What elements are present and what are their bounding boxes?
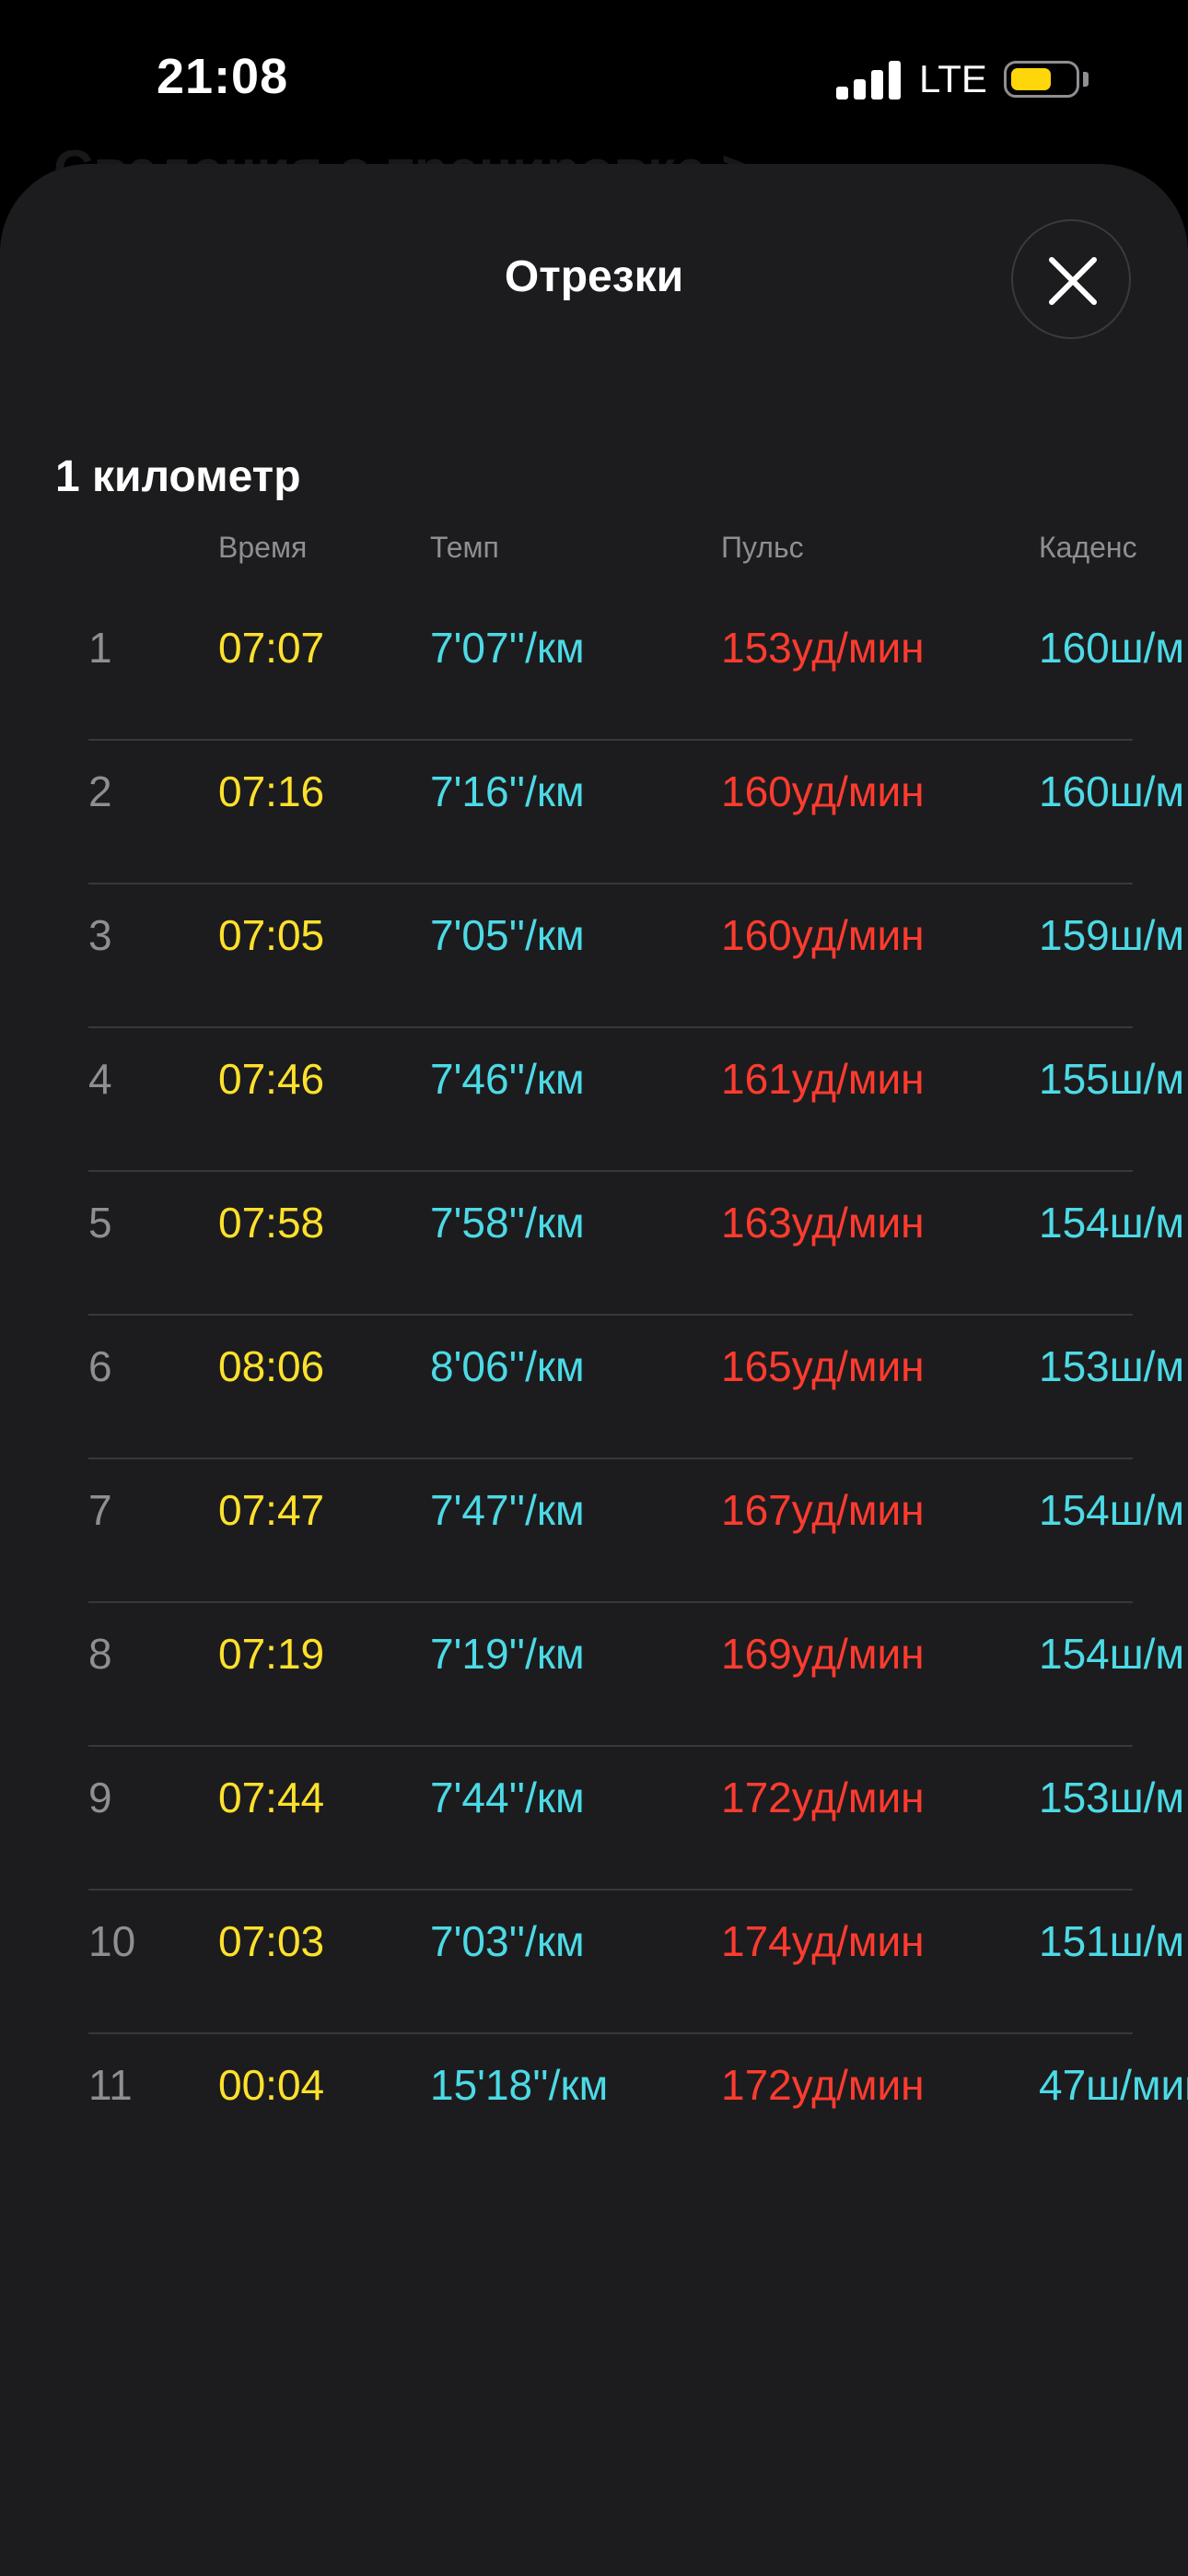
column-header-heart-rate: Пульс bbox=[721, 531, 804, 564]
split-heart-rate: 165уд/мин bbox=[721, 1342, 925, 1390]
split-cadence: 154ш/м bbox=[1039, 1199, 1185, 1247]
sheet-title: Отрезки bbox=[504, 252, 684, 301]
split-cadence: 153ш/м bbox=[1039, 1774, 1185, 1821]
split-index: 9 bbox=[88, 1774, 112, 1821]
split-cadence: 153ш/м bbox=[1039, 1342, 1185, 1390]
split-cadence: 155ш/м bbox=[1039, 1055, 1185, 1103]
column-header-time: Время bbox=[218, 531, 308, 564]
split-heart-rate: 169уд/мин bbox=[721, 1630, 925, 1678]
split-cadence: 160ш/м bbox=[1039, 767, 1185, 815]
split-index: 2 bbox=[88, 767, 112, 815]
split-time: 07:44 bbox=[218, 1774, 325, 1821]
split-time: 00:04 bbox=[218, 2061, 325, 2109]
network-type: LTE bbox=[919, 57, 987, 100]
split-cadence: 151ш/м bbox=[1039, 1917, 1185, 1965]
split-heart-rate: 172уд/мин bbox=[721, 1774, 925, 1821]
cellular-signal-icon bbox=[836, 59, 901, 100]
split-time: 07:05 bbox=[218, 911, 325, 959]
table-row: 1 07:07 7'07''/км 153уд/мин 160ш/м bbox=[0, 597, 1188, 741]
split-index: 10 bbox=[88, 1917, 136, 1965]
table-row: 2 07:16 7'16''/км 160уд/мин 160ш/м bbox=[0, 741, 1188, 884]
column-headers: Время Темп Пульс Каденс bbox=[0, 531, 1188, 577]
split-cadence: 154ш/м bbox=[1039, 1630, 1185, 1678]
split-heart-rate: 174уд/мин bbox=[721, 1917, 925, 1965]
split-pace: 7'46''/км bbox=[430, 1055, 585, 1103]
split-pace: 7'44''/км bbox=[430, 1774, 585, 1821]
split-cadence: 154ш/м bbox=[1039, 1486, 1185, 1534]
table-row: 6 08:06 8'06''/км 165уд/мин 153ш/м bbox=[0, 1316, 1188, 1459]
split-time: 07:16 bbox=[218, 767, 325, 815]
split-index: 5 bbox=[88, 1199, 112, 1247]
split-heart-rate: 160уд/мин bbox=[721, 767, 925, 815]
status-bar: 21:08 LTE bbox=[0, 0, 1188, 161]
status-time: 21:08 bbox=[157, 49, 289, 104]
split-time: 07:46 bbox=[218, 1055, 325, 1103]
battery-level bbox=[1011, 68, 1051, 90]
battery-cap bbox=[1083, 72, 1089, 87]
split-cadence: 159ш/м bbox=[1039, 911, 1185, 959]
close-icon bbox=[1049, 257, 1097, 305]
split-index: 3 bbox=[88, 911, 112, 959]
split-pace: 7'07''/км bbox=[430, 624, 585, 672]
table-row: 9 07:44 7'44''/км 172уд/мин 153ш/м bbox=[0, 1747, 1188, 1891]
battery-icon bbox=[1004, 61, 1079, 98]
column-header-pace: Темп bbox=[430, 531, 499, 564]
split-index: 4 bbox=[88, 1055, 112, 1103]
table-row: 8 07:19 7'19''/км 169уд/мин 154ш/м bbox=[0, 1603, 1188, 1747]
split-time: 08:06 bbox=[218, 1342, 325, 1390]
table-row: 3 07:05 7'05''/км 160уд/мин 159ш/м bbox=[0, 884, 1188, 1028]
split-pace: 7'05''/км bbox=[430, 911, 585, 959]
split-index: 8 bbox=[88, 1630, 112, 1678]
split-heart-rate: 172уд/мин bbox=[721, 2061, 925, 2109]
split-pace: 7'16''/км bbox=[430, 767, 585, 815]
table-row: 4 07:46 7'46''/км 161уд/мин 155ш/м bbox=[0, 1028, 1188, 1172]
split-heart-rate: 153уд/мин bbox=[721, 624, 925, 672]
section-title: 1 километр bbox=[55, 452, 301, 501]
split-time: 07:03 bbox=[218, 1917, 325, 1965]
split-pace: 7'47''/км bbox=[430, 1486, 585, 1534]
table-row: 7 07:47 7'47''/км 167уд/мин 154ш/м bbox=[0, 1459, 1188, 1603]
split-index: 6 bbox=[88, 1342, 112, 1390]
split-index: 7 bbox=[88, 1486, 112, 1534]
split-index: 1 bbox=[88, 624, 112, 672]
table-row: 5 07:58 7'58''/км 163уд/мин 154ш/м bbox=[0, 1172, 1188, 1316]
table-row: 11 00:04 15'18''/км 172уд/мин 47ш/мин bbox=[0, 2034, 1188, 2178]
split-time: 07:47 bbox=[218, 1486, 325, 1534]
split-pace: 7'58''/км bbox=[430, 1199, 585, 1247]
splits-table: 1 07:07 7'07''/км 153уд/мин 160ш/м 2 07:16 7'16… bbox=[0, 597, 1188, 2178]
split-heart-rate: 167уд/мин bbox=[721, 1486, 925, 1534]
close-button[interactable] bbox=[1011, 219, 1131, 339]
split-pace: 15'18''/км bbox=[430, 2061, 609, 2109]
split-time: 07:19 bbox=[218, 1630, 325, 1678]
split-cadence: 160ш/м bbox=[1039, 624, 1185, 672]
split-pace: 7'19''/км bbox=[430, 1630, 585, 1678]
split-index: 11 bbox=[88, 2061, 133, 2109]
table-row: 10 07:03 7'03''/км 174уд/мин 151ш/м bbox=[0, 1891, 1188, 2034]
split-time: 07:07 bbox=[218, 624, 325, 672]
split-heart-rate: 160уд/мин bbox=[721, 911, 925, 959]
split-heart-rate: 161уд/мин bbox=[721, 1055, 925, 1103]
split-heart-rate: 163уд/мин bbox=[721, 1199, 925, 1247]
split-cadence: 47ш/мин bbox=[1039, 2061, 1188, 2109]
column-header-cadence: Каденс bbox=[1039, 531, 1137, 564]
split-pace: 8'06''/км bbox=[430, 1342, 585, 1390]
split-pace: 7'03''/км bbox=[430, 1917, 585, 1965]
splits-sheet: Отрезки 1 километр Время Темп Пульс Каде… bbox=[0, 164, 1188, 2576]
split-time: 07:58 bbox=[218, 1199, 325, 1247]
